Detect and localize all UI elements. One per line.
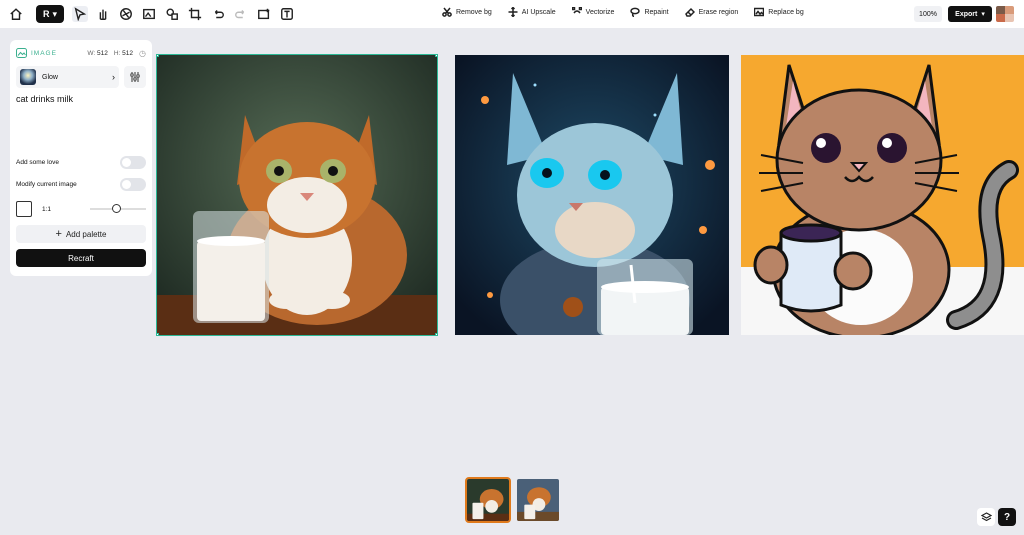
ai-upscale-button[interactable]: AI Upscale: [508, 7, 556, 17]
add-palette-button[interactable]: + Add palette: [16, 225, 146, 243]
ai-actions: Remove bg AI Upscale Vectorize Repaint E…: [442, 7, 804, 17]
undo-icon[interactable]: [210, 6, 226, 22]
thumbnail-variant-picture: [517, 479, 559, 521]
eraser-icon: [684, 7, 695, 17]
style-thumbnail: [20, 69, 36, 85]
repaint-button[interactable]: Repaint: [630, 7, 669, 17]
add-love-toggle[interactable]: [120, 156, 146, 169]
aperture-icon[interactable]: [118, 6, 134, 22]
style-options-button[interactable]: [124, 66, 146, 88]
modify-image-row: Modify current image: [16, 175, 146, 194]
image-replace-icon: [754, 7, 765, 17]
height-label: H:: [113, 49, 121, 57]
canvas-image-tabby-cat[interactable]: [156, 54, 438, 336]
text-tool-icon[interactable]: [279, 6, 295, 22]
home-group: [8, 6, 24, 22]
layers-button[interactable]: [977, 508, 995, 526]
plus-icon: +: [55, 228, 62, 240]
remove-bg-label: Remove bg: [456, 8, 492, 16]
lock-ratio-icon[interactable]: ◷: [139, 49, 146, 58]
thumbnail-tabby-cat[interactable]: [465, 477, 511, 523]
height-field[interactable]: H: 512: [114, 50, 133, 57]
scissors-icon: [442, 7, 452, 17]
style-row: Glow ›: [16, 66, 146, 88]
height-value: 512: [122, 49, 134, 57]
expand-arrows-icon: [508, 7, 518, 17]
swatch-2: [1005, 6, 1014, 14]
thumbnail-tabby-picture: [467, 479, 509, 521]
resize-handle-bl[interactable]: [157, 333, 159, 335]
repaint-label: Repaint: [644, 8, 669, 16]
lasso-icon: [630, 7, 641, 17]
palette-swatch-button[interactable]: [996, 6, 1014, 22]
tool-group: [72, 6, 295, 22]
dimensions: W: 512 H: 512 ◷: [87, 49, 146, 58]
thumbnail-tabby-cat-variant[interactable]: [515, 477, 561, 523]
sliders-icon: [130, 72, 140, 82]
shapes-icon[interactable]: [164, 6, 180, 22]
image-settings-panel: IMAGE W: 512 H: 512 ◷ Glow › cat drinks …: [10, 40, 152, 276]
crop-icon[interactable]: [187, 6, 203, 22]
replace-bg-label: Replace bg: [768, 8, 804, 16]
aspect-ratio-slider[interactable]: [90, 204, 146, 213]
zoom-level-button[interactable]: 100%: [914, 6, 942, 22]
erase-region-button[interactable]: Erase region: [684, 7, 739, 17]
image-frame-icon[interactable]: [141, 6, 157, 22]
add-image-icon[interactable]: [256, 6, 272, 22]
add-love-label: Add some love: [16, 159, 59, 166]
width-value: 512: [96, 49, 108, 57]
redo-icon[interactable]: [233, 6, 249, 22]
select-pointer-icon[interactable]: [72, 6, 88, 22]
vectorize-button[interactable]: Vectorize: [571, 7, 615, 17]
slider-knob[interactable]: [112, 204, 121, 213]
top-toolbar: R ▾ Remove bg AI Upscale Vectorize Repai…: [0, 0, 1024, 28]
aspect-ratio-label: 1:1: [42, 205, 52, 213]
chevron-down-icon: ▾: [52, 8, 58, 19]
add-love-row: Add some love: [16, 153, 146, 172]
swatch-4: [1005, 14, 1014, 22]
home-icon[interactable]: [8, 6, 24, 22]
hand-icon[interactable]: [95, 6, 111, 22]
export-button[interactable]: Export ▾: [948, 6, 992, 22]
width-label: W:: [87, 49, 96, 57]
ai-upscale-label: AI Upscale: [521, 8, 556, 16]
erase-region-label: Erase region: [698, 8, 739, 16]
prompt-input[interactable]: cat drinks milk: [16, 94, 146, 150]
resize-handle-br[interactable]: [435, 333, 437, 335]
add-palette-label: Add palette: [65, 229, 107, 239]
swatch-1: [996, 6, 1005, 14]
replace-bg-button[interactable]: Replace bg: [754, 7, 804, 17]
style-name: Glow: [42, 73, 58, 81]
width-field[interactable]: W: 512: [87, 50, 108, 57]
image-thumbnail-strip: [465, 477, 561, 523]
panel-header: IMAGE W: 512 H: 512 ◷: [16, 46, 146, 60]
remove-bg-button[interactable]: Remove bg: [442, 7, 492, 17]
vectorize-label: Vectorize: [585, 8, 615, 16]
aspect-ratio-row: 1:1: [16, 198, 146, 220]
layers-icon: [980, 511, 992, 521]
recraft-button[interactable]: Recraft: [16, 249, 146, 267]
resize-handle-tl[interactable]: [157, 55, 159, 57]
modify-image-toggle[interactable]: [120, 178, 146, 191]
chevron-right-icon: ›: [112, 72, 115, 82]
resize-handle-tr[interactable]: [435, 55, 437, 57]
canvas-image-glow-cat[interactable]: [455, 55, 729, 335]
tabby-cat-picture: [157, 55, 437, 335]
canvas-image-cartoon-cat[interactable]: [741, 55, 1024, 335]
panel-type-label: IMAGE: [31, 49, 57, 57]
export-label: Export: [955, 10, 978, 18]
aspect-ratio-icon[interactable]: [16, 201, 32, 217]
image-type-icon: [16, 48, 27, 58]
chevron-down-icon: ▾: [981, 11, 985, 18]
style-selector[interactable]: Glow ›: [16, 66, 119, 88]
glow-cat-picture: [455, 55, 729, 335]
logo-label: R: [42, 9, 50, 19]
cartoon-cat-picture: [741, 55, 1024, 335]
modify-image-label: Modify current image: [16, 181, 77, 188]
help-button[interactable]: ?: [998, 508, 1016, 526]
logo-menu-button[interactable]: R ▾: [36, 5, 64, 23]
vector-path-icon: [571, 7, 582, 14]
swatch-3: [996, 14, 1005, 22]
